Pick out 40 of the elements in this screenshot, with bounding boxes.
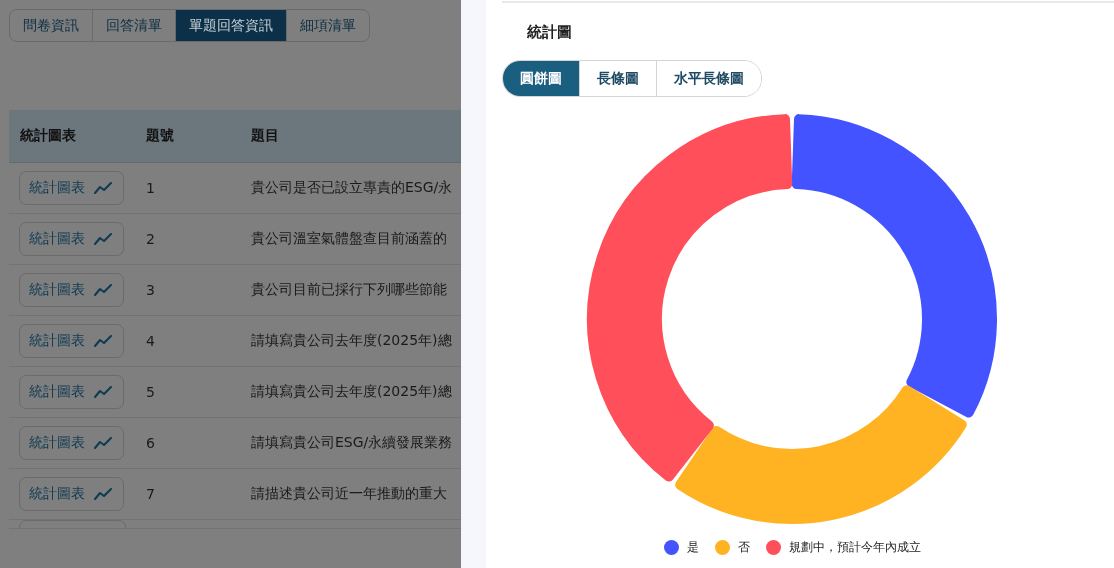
chart-button[interactable]: 統計圖表 bbox=[19, 222, 124, 256]
table-cell-text: 請填寫貴公司去年度(2025年)總 bbox=[250, 332, 453, 350]
chart-button[interactable]: 統計圖表 bbox=[19, 426, 124, 460]
table-cell-text: 6 bbox=[145, 435, 156, 451]
chart-button[interactable]: 統計圖表 bbox=[19, 273, 124, 307]
table-cell-text: 7 bbox=[145, 486, 156, 502]
column-header: 統計圖表 bbox=[19, 127, 77, 145]
page-tab[interactable]: 細項清單 bbox=[286, 10, 369, 41]
trend-line-icon bbox=[94, 284, 112, 296]
trend-line-icon bbox=[94, 182, 112, 194]
table-cell-text: 3 bbox=[145, 282, 156, 298]
page-tab[interactable]: 問卷資訊 bbox=[10, 10, 92, 41]
trend-line-icon bbox=[94, 335, 112, 347]
page-tab[interactable]: 單題回答資訊 bbox=[175, 10, 286, 41]
table-cell-text: 1 bbox=[145, 180, 156, 196]
drawer-title: 統計圖 bbox=[527, 23, 573, 42]
column-header: 題號 bbox=[145, 127, 175, 145]
table-cell-text: 5 bbox=[145, 384, 156, 400]
legend-label: 規劃中，預計今年內成立 bbox=[788, 539, 921, 556]
trend-line-icon bbox=[94, 437, 112, 449]
table-cell-text: 貴公司溫室氣體盤查目前涵蓋的 bbox=[250, 230, 448, 248]
trend-line-icon bbox=[94, 488, 112, 500]
table-cell-text: 請描述貴公司近一年推動的重大 bbox=[250, 485, 448, 503]
table-cell-text: 貴公司目前已採行下列哪些節能 bbox=[250, 281, 448, 299]
chart-type-tab[interactable]: 水平長條圖 bbox=[656, 61, 761, 96]
chart-button[interactable]: 統計圖表 bbox=[19, 477, 124, 511]
table-cell-text: 2 bbox=[145, 231, 156, 247]
chart-button[interactable]: 統計圖表 bbox=[19, 324, 124, 358]
trend-line-icon bbox=[94, 386, 112, 398]
table-cell-text: 請填寫貴公司去年度(2025年)總 bbox=[250, 383, 453, 401]
table-cell-text: 4 bbox=[145, 333, 156, 349]
table-cell-text: 貴公司是否已設立專責的ESG/永 bbox=[250, 179, 454, 197]
chart-button[interactable]: 統計圖表 bbox=[19, 375, 124, 409]
chart-type-tab[interactable]: 圓餅圖 bbox=[503, 61, 579, 96]
legend-label: 否 bbox=[737, 539, 750, 556]
trend-line-icon bbox=[94, 233, 112, 245]
column-header: 題目 bbox=[250, 127, 280, 145]
legend-label: 是 bbox=[686, 539, 699, 556]
table-cell-text: 請填寫貴公司ESG/永續發展業務 bbox=[250, 434, 454, 452]
chart-button[interactable]: 統計圖表 bbox=[19, 171, 124, 205]
